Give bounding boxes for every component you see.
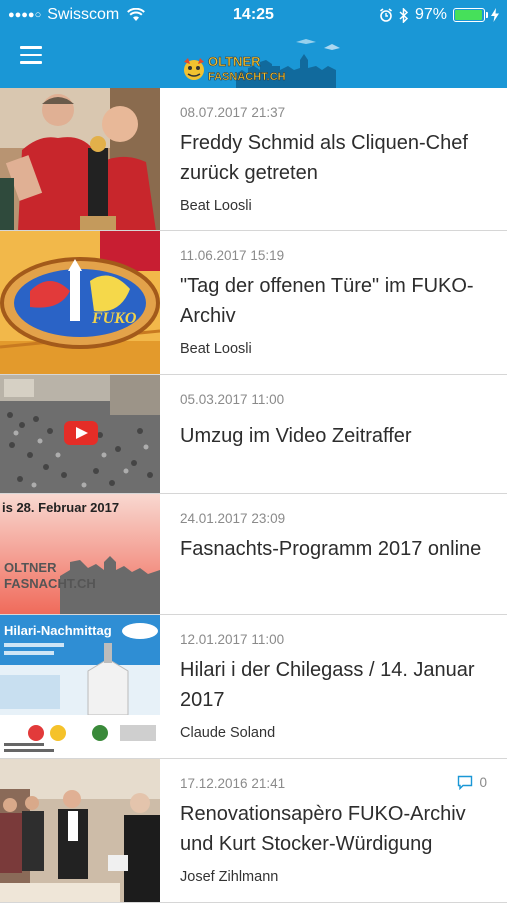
app-header: OLTNER FASNACHT.CH xyxy=(0,30,507,88)
charging-icon xyxy=(491,8,499,22)
battery-percentage: 97% xyxy=(414,6,447,23)
news-title: Fasnachts-Programm 2017 online xyxy=(180,538,482,560)
news-item[interactable]: FUKO 11.06.2017 15:19 "Tag der offenen T… xyxy=(0,231,507,375)
status-bar: ●●●●○ Swisscom 14:25 97% xyxy=(0,0,507,30)
news-item[interactable]: is 28. Februar 2017 OLTNER FASNACHT.CH 2… xyxy=(0,494,507,615)
news-author: Josef Zihlmann xyxy=(180,869,279,885)
news-date: 11.06.2017 15:19 xyxy=(180,248,285,263)
news-title: Freddy Schmid als Cliquen-Chef zurück ge… xyxy=(180,132,468,184)
news-title: "Tag der offenen Türe" im FUKO-Archiv xyxy=(180,275,474,327)
oltner-fasnacht-logo: OLTNER FASNACHT.CH xyxy=(184,39,340,88)
thumbnail-logo-top: OLTNER xyxy=(4,560,57,575)
news-item[interactable]: 17.12.2016 21:41 0 Renovationsapèro FUKO… xyxy=(0,759,507,903)
thumbnail-event-banner: Hilari-Nachmittag xyxy=(4,623,112,638)
hamburger-icon[interactable] xyxy=(20,46,42,66)
logo-text-bottom: FASNACHT.CH xyxy=(208,71,286,83)
news-date: 12.01.2017 11:00 xyxy=(180,632,285,647)
news-item[interactable]: 08.07.2017 21:37 Freddy Schmid als Cliqu… xyxy=(0,88,507,231)
news-title: Hilari i der Chilegass / 14. Januar 2017 xyxy=(180,659,475,711)
news-date: 24.01.2017 23:09 xyxy=(180,511,286,526)
news-title: Umzug im Video Zeitraffer xyxy=(180,425,412,447)
news-author: Claude Soland xyxy=(180,725,276,741)
news-title: Renovationsapèro FUKO-Archiv und Kurt St… xyxy=(180,803,466,855)
comment-icon xyxy=(458,775,473,790)
news-date: 05.03.2017 11:00 xyxy=(180,392,285,407)
battery-icon xyxy=(453,8,488,22)
alarm-icon xyxy=(379,8,392,22)
thumbnail-logo-bottom: FASNACHT.CH xyxy=(4,576,96,591)
comment-count-value: 0 xyxy=(479,775,487,790)
news-thumbnail: is 28. Februar 2017 OLTNER FASNACHT.CH xyxy=(0,494,160,614)
battery-level xyxy=(455,10,483,20)
news-feed: 08.07.2017 21:37 Freddy Schmid als Cliqu… xyxy=(0,88,507,903)
bluetooth-icon xyxy=(399,7,409,23)
thumbnail-date-banner: is 28. Februar 2017 xyxy=(2,500,119,515)
news-date: 08.07.2017 21:37 xyxy=(180,105,286,120)
news-author: Beat Loosli xyxy=(180,341,252,357)
news-item[interactable]: 05.03.2017 11:00 Umzug im Video Zeitraff… xyxy=(0,375,507,494)
logo-text-top: OLTNER xyxy=(208,54,261,69)
thumbnail-caption: FUKO xyxy=(91,310,137,327)
news-thumbnail xyxy=(0,88,160,230)
news-thumbnail: Hilari-Nachmittag xyxy=(0,615,160,758)
news-thumbnail xyxy=(0,759,160,902)
comment-count[interactable]: 0 xyxy=(457,775,487,790)
news-thumbnail: FUKO xyxy=(0,231,160,374)
video-thumbnail xyxy=(0,375,160,493)
news-date: 17.12.2016 21:41 xyxy=(180,776,286,791)
news-item[interactable]: Hilari-Nachmittag 12.01.2017 11:00 Hilar… xyxy=(0,615,507,759)
news-author: Beat Loosli xyxy=(180,198,252,214)
